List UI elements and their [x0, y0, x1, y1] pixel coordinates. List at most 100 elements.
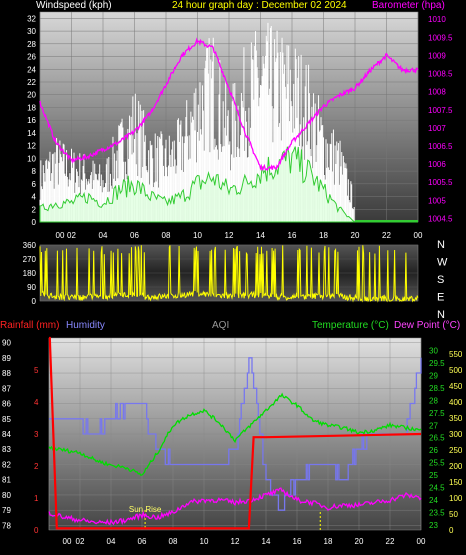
- humidity-tick-label: 81: [2, 476, 11, 485]
- temp-legend: Rainfall (mm) Humidity AQI Temperature (…: [0, 320, 466, 334]
- y-right-tick-label: 1004.5: [428, 214, 453, 223]
- wind-barometer-chart: 024681012141618202224262830321004.510051…: [27, 11, 453, 240]
- y-left-tick-label: 2: [32, 205, 37, 214]
- rain-tick-label: 5: [34, 366, 39, 375]
- x-tick-label: 18: [319, 231, 328, 240]
- x-tick-label: 20: [351, 231, 360, 240]
- y-left-tick-label: 14: [27, 129, 36, 138]
- x-tick-label: 00: [417, 537, 426, 546]
- humidity-label: Humidity: [66, 320, 105, 331]
- humidity-tick-label: 85: [2, 415, 11, 424]
- x-tick-label: 12: [231, 537, 240, 546]
- x-tick-label: 22: [382, 231, 391, 240]
- x-tick-label: 08: [169, 537, 178, 546]
- humidity-tick-label: 87: [2, 384, 11, 393]
- compass-label: E: [437, 292, 444, 304]
- x-tick-label: 10: [193, 231, 202, 240]
- humidity-tick-label: 89: [2, 354, 11, 363]
- x-tick-label: 00: [63, 537, 72, 546]
- aqi-tick-label: 100: [449, 494, 463, 503]
- aqi-tick-label: 400: [449, 398, 463, 407]
- temp-tick-label: 25.5: [429, 459, 445, 468]
- y-left-tick-label: 16: [27, 116, 36, 125]
- y-tick-label: 180: [23, 269, 37, 278]
- humidity-tick-label: 86: [2, 400, 11, 409]
- y-left-tick-label: 4: [32, 193, 37, 202]
- aqi-tick-label: 500: [449, 366, 463, 375]
- x-tick-label: 18: [324, 537, 333, 546]
- temp-tick-label: 29.5: [429, 359, 445, 368]
- humidity-tick-label: 78: [2, 521, 11, 530]
- temp-tick-label: 27.5: [429, 409, 445, 418]
- y-right-tick-label: 1006: [428, 160, 446, 169]
- compass-label: W: [437, 257, 448, 269]
- x-tick-label: 04: [99, 231, 108, 240]
- y-left-tick-label: 6: [32, 180, 37, 189]
- aqi-tick-label: 300: [449, 430, 463, 439]
- humidity-tick-label: 80: [2, 491, 11, 500]
- temp-tick-label: 26.5: [429, 434, 445, 443]
- y-left-tick-label: 32: [27, 14, 36, 23]
- y-right-tick-label: 1008: [428, 88, 446, 97]
- y-right-tick-label: 1005.5: [428, 178, 453, 187]
- x-tick-label: 16: [293, 537, 302, 546]
- aqi-tick-label: 550: [449, 350, 463, 359]
- compass-label: S: [437, 274, 444, 286]
- x-tick-label: 10: [200, 537, 209, 546]
- aqi-tick-label: 250: [449, 446, 463, 455]
- y-left-tick-label: 0: [32, 218, 37, 227]
- y-left-tick-label: 22: [27, 78, 36, 87]
- y-left-tick-label: 20: [27, 91, 36, 100]
- y-tick-label: 90: [27, 283, 36, 292]
- aqi-tick-label: 200: [449, 462, 463, 471]
- sunrise-label: Sun Rise: [129, 505, 162, 514]
- x-tick-label: 12: [225, 231, 234, 240]
- rain-tick-label: 3: [34, 430, 39, 439]
- dewpoint-label: Dew Point (°C): [394, 320, 461, 331]
- y-right-tick-label: 1007.5: [428, 106, 453, 115]
- y-left-tick-label: 8: [32, 167, 37, 176]
- rain-tick-label: 0: [34, 526, 39, 535]
- humidity-tick-label: 84: [2, 430, 11, 439]
- y-left-tick-label: 30: [27, 27, 36, 36]
- y-left-tick-label: 18: [27, 103, 36, 112]
- humidity-tick-label: 79: [2, 506, 11, 515]
- aqi-tick-label: 350: [449, 414, 463, 423]
- rainfall-label: Rainfall (mm): [0, 320, 60, 331]
- x-tick-label: 06: [130, 231, 139, 240]
- temp-tick-label: 30: [429, 346, 438, 355]
- y-right-tick-label: 1007: [428, 124, 446, 133]
- y-left-tick-label: 10: [27, 154, 36, 163]
- humidity-tick-label: 83: [2, 445, 11, 454]
- aqi-tick-label: 50: [449, 510, 458, 519]
- x-tick-label: 04: [107, 537, 116, 546]
- compass-label: N: [437, 240, 445, 251]
- rain-tick-label: 1: [34, 494, 39, 503]
- rain-tick-label: 2: [34, 462, 39, 471]
- y-right-tick-label: 1008.5: [428, 70, 453, 79]
- aqi-tick-label: 150: [449, 478, 463, 487]
- temperature-humidity-chart: 787980818283848586878889900123452323.524…: [2, 336, 463, 546]
- wind-direction-chart: 090180270360 NWSEN: [23, 240, 448, 321]
- x-tick-label: 20: [355, 537, 364, 546]
- y-right-tick-label: 1009.5: [428, 33, 453, 42]
- humidity-tick-label: 88: [2, 369, 11, 378]
- temp-tick-label: 28: [429, 396, 438, 405]
- y-right-tick-label: 1010: [428, 15, 446, 24]
- y-tick-label: 270: [23, 255, 37, 264]
- aqi-tick-label: 0: [449, 526, 454, 535]
- x-tick-label: 22: [386, 537, 395, 546]
- temp-tick-label: 25: [429, 471, 438, 480]
- y-tick-label: 360: [23, 241, 37, 250]
- y-left-tick-label: 24: [27, 65, 36, 74]
- x-tick-label: 08: [162, 231, 171, 240]
- temp-tick-label: 24.5: [429, 484, 445, 493]
- x-tick-label: 02: [76, 537, 85, 546]
- humidity-tick-label: 90: [2, 339, 11, 348]
- y-tick-label: 0: [32, 297, 37, 306]
- temp-tick-label: 28.5: [429, 384, 445, 393]
- temp-tick-label: 23.5: [429, 509, 445, 518]
- temp-tick-label: 29: [429, 371, 438, 380]
- aqi-label: AQI: [212, 320, 230, 331]
- x-tick-label: 00: [414, 231, 423, 240]
